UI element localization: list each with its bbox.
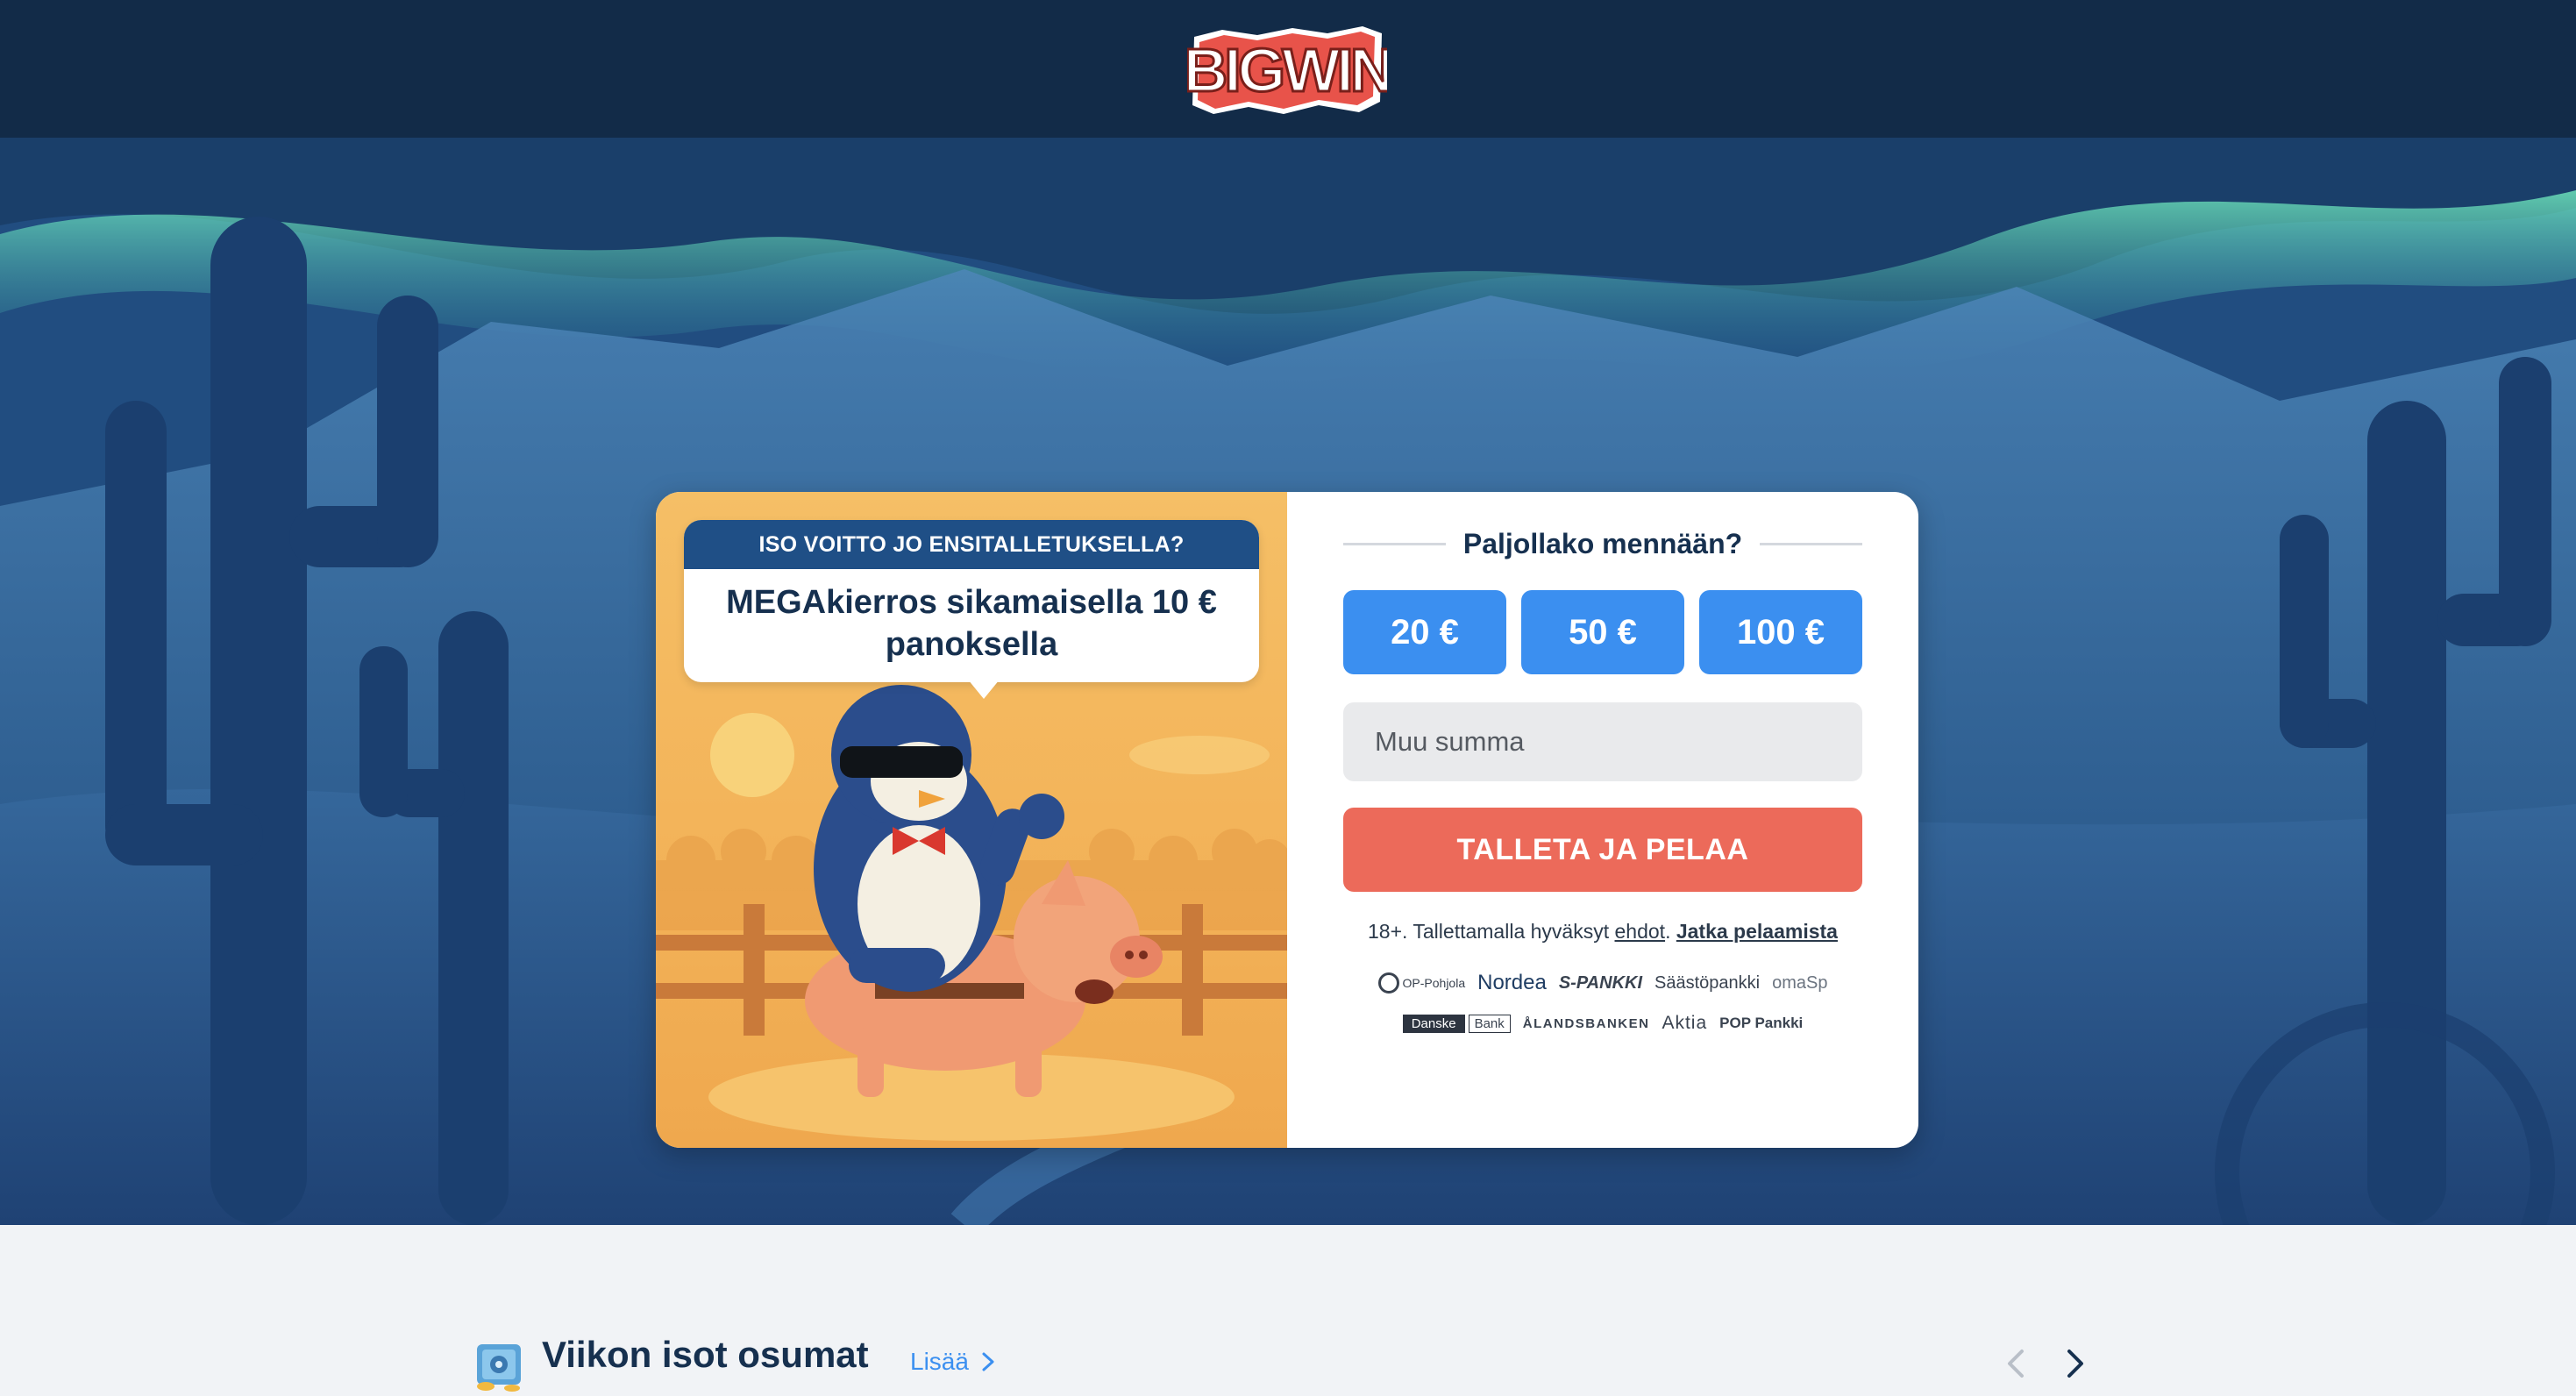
- chevron-left-icon[interactable]: [1999, 1346, 2034, 1381]
- promo-offer: MEGAkierros sikamaisella 10 € panoksella: [726, 584, 1217, 663]
- promo-headline: ISO VOITTO JO ENSITALLETUKSELLA?: [684, 520, 1259, 569]
- promo-panel: ISO VOITTO JO ENSITALLETUKSELLA? MEGAkie…: [656, 492, 1287, 1148]
- terms-prefix: 18+. Tallettamalla hyväksyt: [1368, 920, 1615, 943]
- chevron-right-icon[interactable]: [2057, 1346, 2092, 1381]
- bank-row-1: OP-Pohjola Nordea S-PANKKI Säästöpankki …: [1343, 965, 1862, 1001]
- bank-pop-pankki: POP Pankki: [1719, 1015, 1804, 1031]
- title-divider-right: [1760, 542, 1862, 545]
- chevron-right-small-icon: [982, 1352, 994, 1371]
- more-label: Lisää: [910, 1348, 969, 1375]
- deposit-title: Paljollako mennään?: [1462, 527, 1743, 559]
- promo-speech-bubble: ISO VOITTO JO ENSITALLETUKSELLA? MEGAkie…: [684, 520, 1259, 699]
- op-logo-icon: [1377, 972, 1399, 994]
- deposit-card: ISO VOITTO JO ENSITALLETUKSELLA? MEGAkie…: [656, 492, 1918, 1148]
- section-title: Viikon isot osumat: [542, 1334, 869, 1375]
- terms-separator: .: [1665, 920, 1676, 943]
- danske-bank-label: Bank: [1468, 1014, 1511, 1033]
- amount-button-50[interactable]: 50 €: [1521, 590, 1684, 674]
- vault-icon: [477, 1344, 521, 1392]
- top-bar: BIGWIN: [0, 0, 2576, 138]
- deposit-and-play-button[interactable]: TALLETA JA PELAA: [1343, 808, 1862, 892]
- bank-danske: Danske Bank: [1402, 1014, 1511, 1033]
- bank-op-label: OP-Pohjola: [1402, 976, 1466, 990]
- amount-button-20[interactable]: 20 €: [1343, 590, 1506, 674]
- bank-row-2: Danske Bank ÅLANDSBANKEN Aktia POP Pankki: [1343, 1006, 1862, 1041]
- terms-link[interactable]: ehdot: [1615, 920, 1666, 943]
- other-amount-input[interactable]: [1343, 702, 1862, 781]
- terms-text: 18+. Tallettamalla hyväksyt ehdot. Jatka…: [1343, 920, 1862, 944]
- bank-alandsbanken: ÅLANDSBANKEN: [1522, 1015, 1650, 1031]
- logo-text: BIGWIN: [1187, 36, 1387, 104]
- amount-button-100[interactable]: 100 €: [1699, 590, 1862, 674]
- bigwin-logo[interactable]: BIGWIN: [1187, 18, 1387, 119]
- deposit-title-row: Paljollako mennään?: [1343, 524, 1862, 564]
- more-link[interactable]: Lisää: [910, 1348, 997, 1376]
- weekly-big-wins-section: Viikon isot osumat Lisää: [0, 1225, 2576, 1396]
- title-divider-left: [1343, 542, 1446, 545]
- bank-saastopankki: Säästöpankki: [1654, 972, 1761, 993]
- bank-aktia: Aktia: [1662, 1013, 1708, 1033]
- bank-s-pankki: S-PANKKI: [1558, 972, 1643, 993]
- bubble-tail: [968, 680, 1000, 699]
- amount-options: 20 € 50 € 100 €: [1343, 590, 1862, 674]
- danske-label: Danske: [1402, 1014, 1465, 1033]
- deposit-form: Paljollako mennään? 20 € 50 € 100 € TALL…: [1287, 492, 1918, 1148]
- bank-omasp: omaSp: [1772, 972, 1828, 993]
- bank-op-pohjola: OP-Pohjola: [1377, 972, 1466, 994]
- continue-playing-link[interactable]: Jatka pelaamista: [1676, 920, 1838, 943]
- bank-nordea: Nordea: [1477, 971, 1547, 994]
- bank-logos: OP-Pohjola Nordea S-PANKKI Säästöpankki …: [1343, 965, 1862, 1046]
- hero-section: ISO VOITTO JO ENSITALLETUKSELLA? MEGAkie…: [0, 138, 2576, 1225]
